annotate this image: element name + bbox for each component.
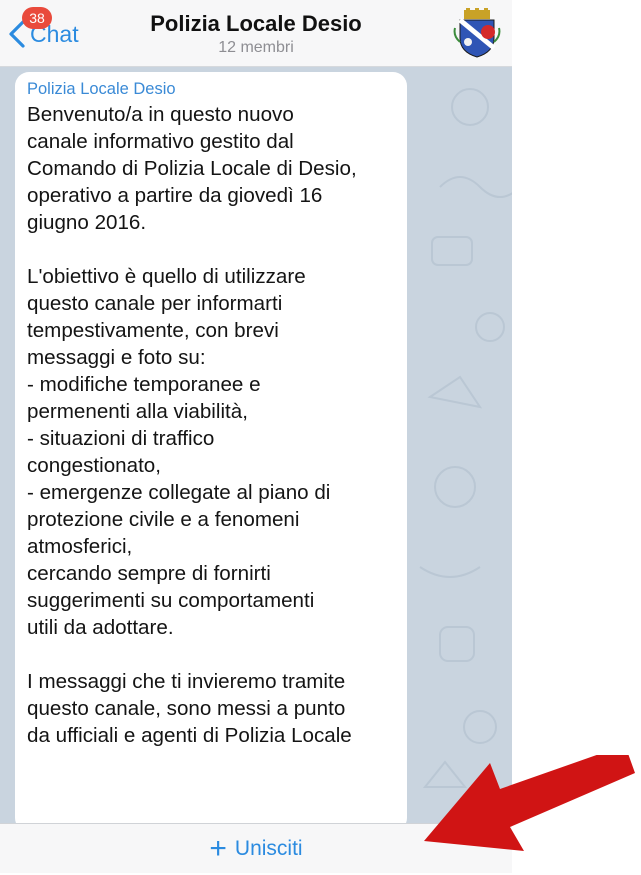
coat-of-arms-icon[interactable] (452, 8, 502, 58)
plus-icon: + (209, 832, 227, 865)
channel-title[interactable]: Polizia Locale Desio (0, 11, 512, 37)
join-channel-button[interactable]: + Unisciti (209, 834, 302, 864)
join-label: Unisciti (234, 837, 303, 860)
red-arrow-icon (424, 755, 635, 851)
telegram-channel-screen: Chat 38 Polizia Locale Desio 12 membri P… (0, 0, 512, 873)
navigation-bar: Chat 38 Polizia Locale Desio 12 membri (0, 0, 512, 67)
channel-message-bubble: Polizia Locale Desio Benvenuto/a in ques… (15, 72, 407, 832)
message-sender: Polizia Locale Desio (27, 80, 176, 98)
member-count: 12 membri (218, 39, 294, 56)
message-text: Benvenuto/a in questo nuovo canale infor… (27, 103, 357, 747)
